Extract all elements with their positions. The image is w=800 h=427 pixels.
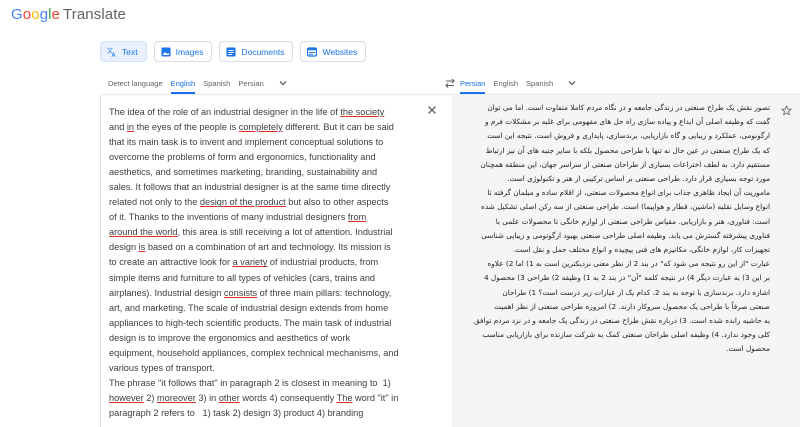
flagged-text-segment[interactable]: the society [340, 107, 384, 117]
logo-letter: G [11, 6, 23, 23]
translation-line: ارگونومی، عملکرد و زیبایی و گاه بازاریاب… [487, 131, 770, 141]
mode-documents-label: Documents [241, 46, 285, 57]
text-segment: The idea of the role of an industrial de… [109, 107, 341, 117]
translation-line: که یک طراح صنعتی در عین حال نه تنها با ط… [485, 145, 770, 155]
translation-line: عبارت "از این رو نتیجه می شود که" در بند… [487, 259, 770, 269]
logo-letter: g [39, 6, 49, 23]
target-lang-english[interactable]: English [489, 72, 522, 94]
mode-websites-button[interactable]: Websites [300, 41, 367, 62]
translation-line: ماموریت آن ایجاد ظاهری جذاب برای انواع م… [487, 188, 770, 198]
flagged-text-segment[interactable]: other [219, 393, 240, 403]
mode-images-button[interactable]: Images [153, 41, 213, 62]
text-segment: of three main pillars: technology, art, … [109, 287, 399, 388]
translation-line: تجهیزات کار، لوازم خانگی، مکانیزم های فن… [512, 245, 770, 255]
website-icon [307, 46, 318, 57]
translation-line: مستقیم دارد. به لطف اختراعات بسیاری از ط… [480, 159, 770, 169]
text-segment: the eyes of the people is [134, 122, 239, 133]
mode-images-label: Images [175, 46, 204, 57]
logo-letter: e [51, 6, 61, 23]
mode-documents-button[interactable]: Documents [219, 41, 294, 62]
source-text-input[interactable]: The idea of the role of an industrial de… [109, 105, 419, 421]
logo-product-name: Translate [63, 6, 126, 23]
translation-line: بر این 3) به عبارت دیگر 4) در نتیجه کلمه… [483, 273, 770, 283]
text-segment: different. But it can be said that its m… [109, 122, 394, 208]
translation-line: مورد توجه بسیاری قرار دارد. طراحی صنعتی … [507, 174, 770, 184]
target-lang-spanish[interactable]: Spanish [522, 72, 557, 94]
close-icon[interactable] [426, 104, 438, 116]
logo-letter: o [31, 6, 40, 23]
svg-text:A: A [112, 52, 117, 57]
translation-line: گفت که وظیفه اصلی آن ابداع و پیاده سازی … [485, 117, 770, 127]
google-translate-logo[interactable]: Google Translate [11, 6, 126, 23]
translation-line: به حاشیه رانده شده است. 3) درباره نقش طر… [473, 316, 770, 326]
flagged-text-segment[interactable]: a variety [233, 257, 268, 267]
mode-websites-label: Websites [322, 46, 358, 57]
flagged-text-segment[interactable]: design of the product [200, 197, 286, 207]
star-icon[interactable] [780, 104, 792, 116]
source-lang-english[interactable]: English [167, 72, 200, 94]
translation-line: محصول است. [726, 344, 770, 354]
source-lang-spanish[interactable]: Spanish [199, 72, 234, 94]
source-lang-persian[interactable]: Persian [234, 72, 267, 94]
target-lang-persian[interactable]: Persian [452, 72, 489, 94]
flagged-text-segment[interactable]: moreover [157, 393, 196, 403]
flagged-text-segment[interactable]: in [127, 122, 134, 132]
translation-line: فناوری پیشرفته گسترش می یابد. وظیفه اصلی… [481, 230, 770, 240]
chevron-down-icon[interactable] [276, 76, 290, 90]
translate-icon: 文A [107, 47, 117, 57]
translation-line: است: فناوری، هنر و بازاریابی. مقیاس طراح… [495, 216, 770, 226]
text-segment: and [109, 122, 125, 133]
translation-panel: تصور نقش یک طراح صنعتی در زندگی جامعه و … [452, 95, 800, 427]
document-icon [226, 47, 236, 57]
flagged-text-segment[interactable]: completely [239, 122, 283, 132]
translation-line: صنعتی صرفاً با طراحی یک محصول سروکار دار… [494, 301, 770, 311]
translation-line: اشاره دارد. برندسازی با توجه به بند 2، ک… [502, 287, 770, 297]
text-segment: words 4) consequently [239, 392, 337, 403]
text-segment: 2) [143, 392, 158, 403]
mode-text-button[interactable]: 文A Text [100, 41, 147, 62]
mode-toolbar: 文A Text Images Documents Websites [100, 41, 367, 62]
logo-letter: o [22, 6, 32, 23]
chevron-down-icon[interactable] [565, 76, 579, 90]
mode-text-label: Text [122, 46, 138, 57]
text-segment: 3) in [195, 392, 219, 403]
image-icon [161, 47, 171, 57]
source-text-panel[interactable]: The idea of the role of an industrial de… [100, 95, 446, 427]
flagged-text-segment[interactable]: however [109, 393, 144, 403]
translation-line: کلی وجود ندارد. 4) وظیفه اصلی طراحان صنع… [482, 330, 770, 340]
source-language-bar: Detect language English Spanish Persian [100, 72, 446, 94]
lang-detect[interactable]: Detect language [100, 72, 167, 94]
target-language-bar: Persian English Spanish [452, 72, 800, 94]
translation-line: انواع وسایل نقلیه (ماشین، قطار و هواپیما… [481, 202, 770, 212]
flagged-text-segment[interactable]: The [337, 393, 353, 403]
translation-line: تصور نقش یک طراح صنعتی در زندگی جامعه و … [487, 103, 770, 112]
flagged-text-segment[interactable]: consists [224, 288, 257, 298]
translation-output: تصور نقش یک طراح صنعتی در زندگی جامعه و … [470, 101, 770, 357]
